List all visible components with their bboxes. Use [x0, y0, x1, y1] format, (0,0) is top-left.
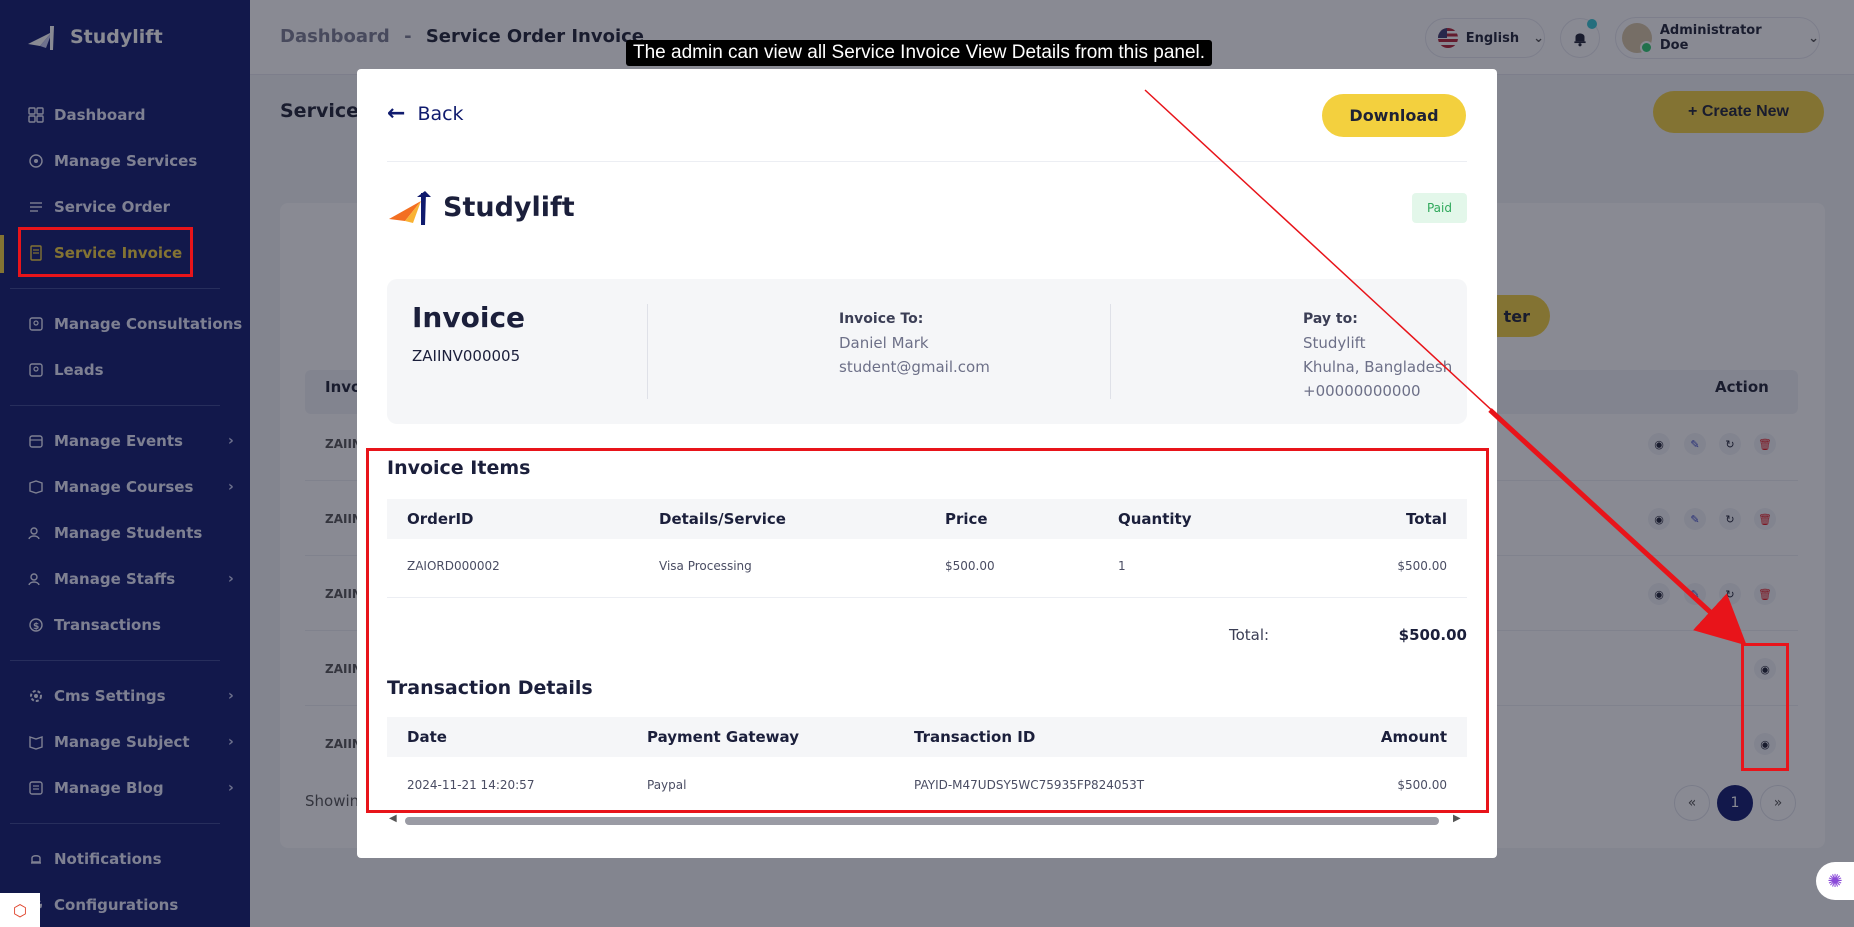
- annotation-tooltip: The admin can view all Service Invoice V…: [626, 40, 1213, 66]
- studylift-logo-icon: [389, 191, 431, 225]
- pay-to-phone: +00000000000: [1303, 382, 1421, 400]
- invoice-title: Invoice: [412, 301, 526, 334]
- pay-to: Pay to: Studylift Khulna, Bangladesh +00…: [1303, 307, 1452, 403]
- invoice-brand-logo: Studylift: [387, 187, 575, 227]
- pay-to-address: Khulna, Bangladesh: [1303, 358, 1453, 376]
- invoice-to-email: student@gmail.com: [839, 358, 990, 376]
- horizontal-scrollbar[interactable]: ◀ ▶: [387, 813, 1467, 826]
- status-badge: Paid: [1412, 193, 1467, 223]
- scroll-right-icon[interactable]: ▶: [1453, 813, 1461, 824]
- assistant-icon[interactable]: ✺: [1816, 862, 1854, 900]
- download-button[interactable]: Download: [1322, 94, 1466, 137]
- framework-logo-icon: ⬡: [0, 893, 40, 927]
- invoice-to-name: Daniel Mark: [839, 334, 929, 352]
- arrow-left-icon: ←: [387, 101, 406, 126]
- back-label: Back: [417, 102, 464, 125]
- back-button[interactable]: ← Back: [387, 101, 464, 126]
- invoice-summary: Invoice ZAIINV000005 Invoice To: Daniel …: [387, 279, 1467, 424]
- pay-to-label: Pay to:: [1303, 311, 1358, 327]
- invoice-number: ZAIINV000005: [412, 347, 521, 365]
- highlight-view-buttons: [1741, 643, 1789, 771]
- pay-to-name: Studylift: [1303, 334, 1366, 352]
- divider: [647, 304, 648, 399]
- scroll-left-icon[interactable]: ◀: [389, 813, 397, 824]
- scrollbar-thumb[interactable]: [405, 817, 1439, 825]
- invoice-brand-name: Studylift: [443, 191, 575, 223]
- highlight-invoice-details: [366, 448, 1489, 813]
- invoice-to-label: Invoice To:: [839, 311, 924, 327]
- invoice-to: Invoice To: Daniel Mark student@gmail.co…: [839, 307, 990, 379]
- modal-divider: [387, 161, 1467, 162]
- divider: [1110, 304, 1111, 399]
- highlight-sidebar-service-invoice: [18, 227, 193, 277]
